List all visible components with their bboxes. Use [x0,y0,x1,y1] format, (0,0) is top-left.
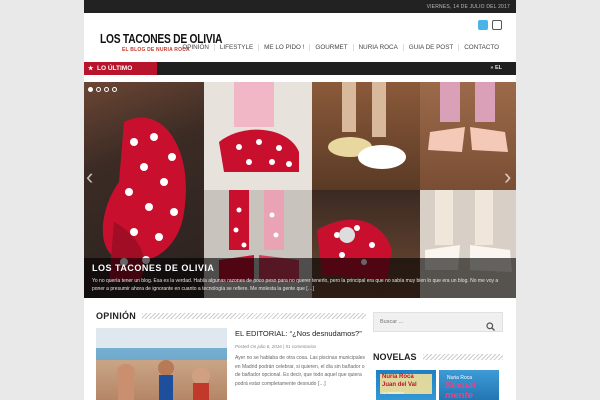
novelas-section-header: NOVELAS [373,352,503,362]
slider-dot-1[interactable] [88,87,93,92]
nav-item-nuria-roca[interactable]: NURIA ROCA [352,44,403,51]
photo-kid-flamenco-shoes [204,82,312,190]
article-meta: Posted On julio 6, 2016 | 51 comentarios [235,344,317,349]
nav-item-me-lo-pido[interactable]: ME LO PIDO ! [258,44,309,51]
nav-item-lifestyle[interactable]: LIFESTYLE [213,44,258,51]
book1-tag: La tentación [382,390,404,395]
slider-dot-4[interactable] [112,87,117,92]
slider-prev-arrow[interactable]: ‹ [86,162,96,192]
star-icon: ★ [88,66,94,72]
slider-dots [88,87,117,92]
slider-dot-2[interactable] [96,87,101,92]
twitter-icon[interactable] [478,20,488,30]
heading-stripes [422,354,503,360]
book2-title: Sexual mente [445,380,476,400]
slider-excerpt: Yo no quería tener un blog. Esa es la ve… [92,278,499,292]
article-thumbnail[interactable] [96,328,227,400]
photo-pink-shoes [420,82,516,190]
featured-slider[interactable]: ‹ › LOS TACONES DE OLIVIA Yo no quería t… [84,82,516,298]
page: VIERNES, 14 DE JULIO DEL 2017 LOS TACONE… [84,0,516,400]
news-ticker: ★ LO ÚLTIMO » EL [84,62,516,75]
slider-caption: LOS TACONES DE OLIVIA Yo no quería tener… [84,258,516,298]
book-cover-1[interactable]: Nuria Roca Juan del Val La tentación [376,370,436,400]
search-input[interactable] [380,319,470,325]
book1-coauthor: Juan del Val [382,382,417,388]
slider-next-arrow[interactable]: › [504,162,514,192]
article-excerpt: Ayer no se hablaba de otra cosa. Las pis… [235,355,365,387]
article-title[interactable]: EL EDITORIAL: “¿Nos desnudamos?” [235,329,365,339]
nav-item-contacto[interactable]: CONTACTO [458,44,504,51]
social-links [478,20,502,30]
slider-title[interactable]: LOS TACONES DE OLIVIA [92,263,508,273]
opinion-heading: OPINIÓN [96,311,137,321]
nav-item-opinion[interactable]: OPINIÓN [177,44,214,51]
opinion-article: EL EDITORIAL: “¿Nos desnudamos?” Posted … [235,329,365,388]
opinion-section-header: OPINIÓN [96,311,366,321]
book1-author: Nuria Roca [382,374,414,380]
slider-dot-3[interactable] [104,87,109,92]
nav-item-guia-de-post[interactable]: GUIA DE POST [402,44,458,51]
current-date: VIERNES, 14 DE JULIO DEL 2017 [426,4,510,10]
nav-item-gourmet[interactable]: GOURMET [309,44,352,51]
ticker-label: LO ÚLTIMO [97,65,133,72]
search-icon[interactable] [486,318,495,336]
heading-stripes [142,313,366,319]
novelas-heading: NOVELAS [373,352,417,362]
search-box [373,312,503,332]
book-cover-2[interactable]: Nuria Roca Sexual mente [439,370,499,400]
instagram-icon[interactable] [492,20,502,30]
top-bar: VIERNES, 14 DE JULIO DEL 2017 [84,0,516,13]
photo-gold-shoes [312,82,420,190]
main-nav: OPINIÓN LIFESTYLE ME LO PIDO ! GOURMET N… [177,44,504,51]
ticker-headline[interactable]: » EL [490,65,502,71]
ticker-label-box: ★ LO ÚLTIMO [84,62,157,75]
